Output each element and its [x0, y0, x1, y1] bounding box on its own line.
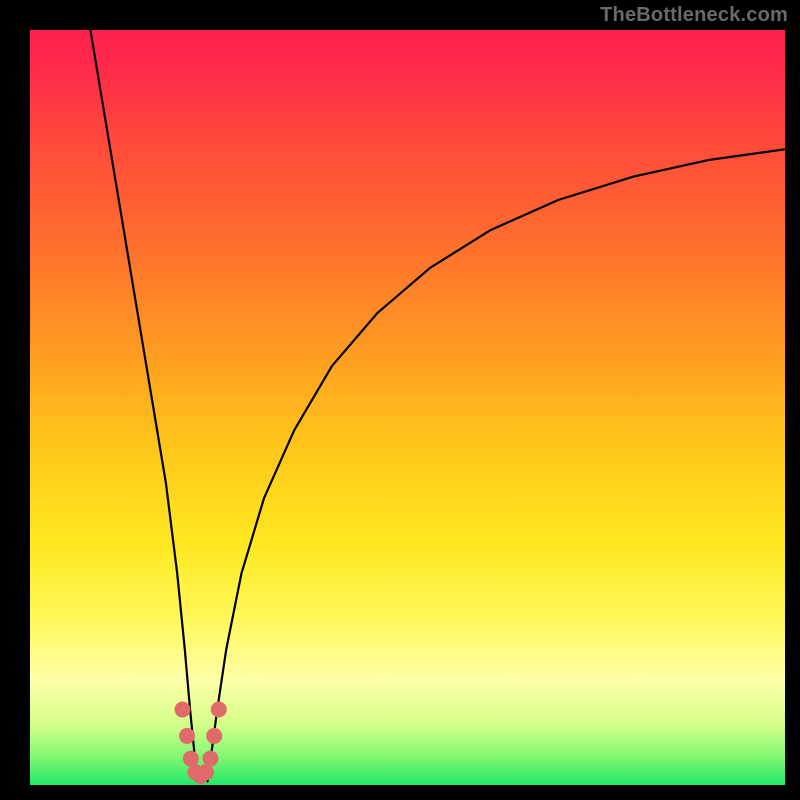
- marker-dot: [179, 728, 195, 744]
- marker-dot: [211, 702, 227, 718]
- chart-canvas: [30, 30, 785, 785]
- chart-frame: TheBottleneck.com: [0, 0, 800, 800]
- plot-area: [30, 30, 785, 785]
- gradient-background: [30, 30, 785, 785]
- watermark-label: TheBottleneck.com: [600, 4, 788, 27]
- marker-dot: [175, 702, 191, 718]
- marker-dot: [198, 764, 214, 780]
- marker-dot: [202, 751, 218, 767]
- marker-dot: [206, 728, 222, 744]
- marker-dot: [183, 751, 199, 767]
